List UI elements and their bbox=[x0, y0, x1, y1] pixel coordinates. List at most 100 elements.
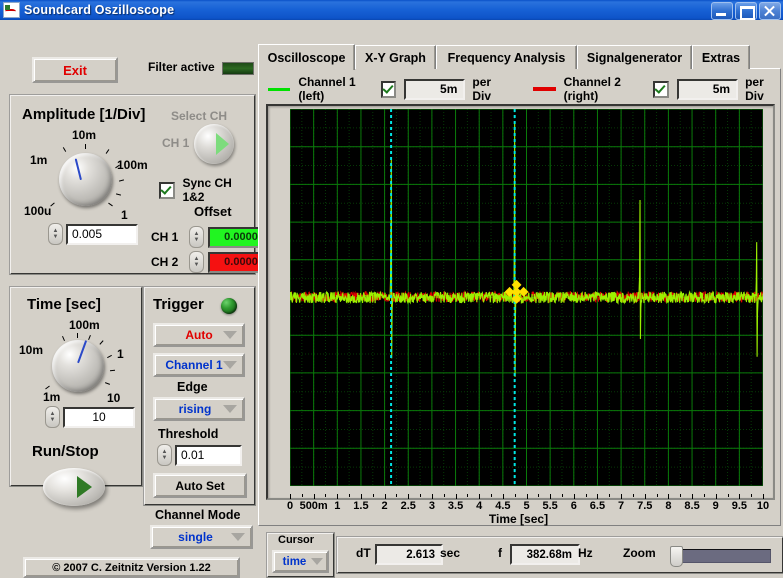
tab-xy-graph[interactable]: X-Y Graph bbox=[355, 45, 436, 69]
dt-label: dT bbox=[356, 546, 371, 560]
amplitude-scale-10m: 10m bbox=[72, 128, 96, 142]
amplitude-scale-1: 1 bbox=[121, 208, 128, 222]
x-axis-tick-label: 9.5 bbox=[732, 500, 747, 512]
plot-svg bbox=[290, 109, 763, 486]
x-axis-minor-tick bbox=[302, 494, 303, 497]
zoom-label: Zoom bbox=[623, 546, 656, 560]
amplitude-tick bbox=[85, 144, 86, 149]
channel-mode-combo[interactable]: single bbox=[150, 525, 253, 549]
sync-ch-group[interactable]: Sync CH 1&2 bbox=[159, 176, 254, 204]
amplitude-knob[interactable] bbox=[59, 153, 112, 206]
oscilloscope-plot[interactable] bbox=[290, 109, 763, 486]
x-axis-tick bbox=[432, 494, 433, 499]
zoom-slider[interactable] bbox=[671, 549, 771, 563]
channel2-per-div-value[interactable]: 5m bbox=[677, 79, 739, 100]
x-axis-minor-tick bbox=[680, 494, 681, 497]
window-title: Soundcard Oszilloscope bbox=[24, 3, 174, 17]
x-axis-tick-label: 2.5 bbox=[401, 500, 416, 512]
x-axis-minor-tick bbox=[444, 494, 445, 497]
chevron-down-icon bbox=[223, 331, 237, 339]
amplitude-value[interactable]: 0.005 bbox=[66, 224, 138, 245]
offset-ch2-row: CH 2 ▲▼ 0.0000 bbox=[151, 251, 274, 273]
offset-ch2-stepper[interactable]: ▲▼ bbox=[189, 251, 204, 273]
x-axis-tick bbox=[456, 494, 457, 499]
trigger-mode-value: Auto bbox=[185, 328, 212, 342]
select-ch-knob[interactable] bbox=[194, 124, 234, 164]
amplitude-tick bbox=[63, 147, 66, 152]
channel1-enable-checkbox[interactable] bbox=[381, 81, 396, 98]
x-axis-tick bbox=[597, 494, 598, 499]
trigger-edge-combo[interactable]: rising bbox=[153, 397, 245, 421]
amplitude-knob-needle bbox=[75, 158, 82, 180]
time-scale-1: 1 bbox=[117, 347, 124, 361]
time-scale-100m: 100m bbox=[69, 318, 100, 332]
channel2-enable-checkbox[interactable] bbox=[653, 81, 668, 98]
trigger-mode-combo[interactable]: Auto bbox=[153, 323, 245, 347]
time-stepper[interactable]: ▲▼ bbox=[45, 406, 60, 428]
sync-ch-checkbox[interactable] bbox=[159, 182, 175, 199]
time-tick bbox=[107, 355, 112, 358]
trigger-source-combo[interactable]: Channel 1 bbox=[153, 353, 245, 377]
x-axis-minor-tick bbox=[751, 494, 752, 497]
tab-extras[interactable]: Extras bbox=[692, 45, 750, 69]
amplitude-tick bbox=[119, 179, 124, 181]
cursor-mode-value: time bbox=[283, 556, 307, 568]
window-titlebar: Soundcard Oszilloscope bbox=[0, 0, 783, 20]
chevron-down-icon bbox=[223, 361, 237, 369]
run-stop-label: Run/Stop bbox=[32, 443, 99, 460]
channel1-per-div-label: per Div bbox=[472, 75, 507, 103]
time-scale-10: 10 bbox=[107, 391, 120, 405]
x-axis-minor-tick bbox=[515, 494, 516, 497]
tab-signalgenerator[interactable]: Signalgenerator bbox=[577, 45, 692, 69]
x-axis-minor-tick bbox=[467, 494, 468, 497]
maximize-button[interactable] bbox=[735, 2, 757, 20]
amplitude-scale-1m: 1m bbox=[30, 153, 47, 167]
x-axis-tick-label: 5.5 bbox=[542, 500, 557, 512]
time-tick bbox=[110, 370, 115, 371]
cursor-mode-combo[interactable]: time bbox=[272, 550, 329, 573]
offset-title: Offset bbox=[194, 204, 232, 219]
channel1-label: Channel 1 (left) bbox=[298, 75, 372, 103]
x-axis-minor-tick bbox=[349, 494, 350, 497]
amplitude-tick bbox=[106, 149, 110, 154]
chevron-down-icon bbox=[231, 533, 245, 541]
x-axis-tick-label: 4 bbox=[476, 500, 482, 512]
tab-frequency-analysis[interactable]: Frequency Analysis bbox=[436, 45, 577, 69]
app-body: Exit Filter active Amplitude [1/Div] 10m… bbox=[0, 20, 783, 557]
x-axis-minor-tick bbox=[633, 494, 634, 497]
amplitude-tick bbox=[108, 203, 113, 207]
x-axis-minor-tick bbox=[373, 494, 374, 497]
amplitude-scale-100m: 100m bbox=[117, 158, 148, 172]
tab-oscilloscope[interactable]: Oscilloscope bbox=[258, 44, 355, 70]
close-button[interactable] bbox=[759, 2, 781, 20]
time-panel: Time [sec] 100m 10m 1 1m 10 ▲▼ 10 Run/St… bbox=[9, 286, 143, 487]
x-axis-tick bbox=[408, 494, 409, 499]
trigger-threshold-stepper[interactable]: ▲▼ bbox=[157, 444, 172, 466]
trigger-threshold-value[interactable]: 0.01 bbox=[175, 445, 242, 466]
time-value[interactable]: 10 bbox=[63, 407, 135, 428]
channel2-per-div-label: per Div bbox=[745, 75, 780, 103]
x-axis-tick-label: 8 bbox=[665, 500, 671, 512]
minimize-button[interactable] bbox=[711, 2, 733, 20]
channel-settings-row: Channel 1 (left) 5m per Div Channel 2 (r… bbox=[268, 79, 780, 99]
dt-value: 2.613 bbox=[375, 544, 443, 565]
offset-ch1-row: CH 1 ▲▼ 0.0000 bbox=[151, 226, 274, 248]
time-knob[interactable] bbox=[52, 340, 104, 392]
x-axis-tick bbox=[621, 494, 622, 499]
channel2-color-swatch bbox=[533, 87, 555, 91]
x-axis-minor-tick bbox=[562, 494, 563, 497]
offset-ch1-stepper[interactable]: ▲▼ bbox=[189, 226, 204, 248]
window-controls bbox=[711, 2, 781, 20]
run-stop-button[interactable] bbox=[43, 468, 105, 506]
channel1-per-div-value[interactable]: 5m bbox=[404, 79, 466, 100]
x-axis-minor-tick bbox=[420, 494, 421, 497]
time-tick bbox=[88, 335, 91, 340]
exit-button[interactable]: Exit bbox=[32, 57, 118, 83]
x-axis-tick-label: 5 bbox=[523, 500, 529, 512]
x-axis-tick-label: 4.5 bbox=[495, 500, 510, 512]
trigger-threshold-label: Threshold bbox=[158, 427, 218, 441]
x-axis-tick-label: 9 bbox=[713, 500, 719, 512]
offset-ch2-label: CH 2 bbox=[151, 255, 185, 269]
auto-set-button[interactable]: Auto Set bbox=[153, 473, 247, 498]
amplitude-stepper[interactable]: ▲▼ bbox=[48, 223, 63, 245]
